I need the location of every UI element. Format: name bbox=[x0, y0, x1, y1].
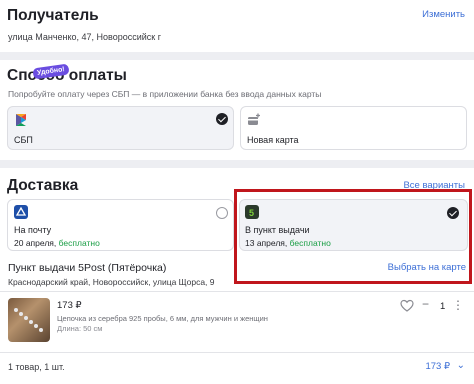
more-options-icon[interactable]: ⋮ bbox=[452, 298, 464, 312]
delivery-price: бесплатно bbox=[58, 238, 100, 248]
payment-hint: Попробуйте оплату через СБП — в приложен… bbox=[8, 89, 322, 99]
quantity-value: 1 bbox=[440, 301, 446, 312]
product-name[interactable]: Цепочка из серебра 925 пробы, 6 мм, для … bbox=[57, 314, 268, 323]
sbp-icon bbox=[14, 113, 28, 127]
favorite-heart-icon[interactable] bbox=[400, 299, 414, 313]
order-total[interactable]: 173 ₽ bbox=[425, 361, 450, 372]
delivery-option-label: На почту bbox=[14, 225, 52, 235]
product-image[interactable] bbox=[8, 298, 50, 342]
selected-check-icon bbox=[216, 113, 228, 125]
chevron-down-icon[interactable]: ⌄ bbox=[457, 360, 465, 371]
recipient-title: Получатель bbox=[7, 7, 99, 24]
pickup-point-name: Пункт выдачи 5Post (Пятёрочка) bbox=[8, 262, 167, 274]
product-length: Длина: 50 см bbox=[57, 324, 103, 333]
pickup-highlight-frame bbox=[234, 189, 472, 284]
russian-post-icon bbox=[14, 205, 28, 219]
recipient-address: улица Манченко, 47, Новороссийск г bbox=[8, 32, 162, 42]
payment-option-new-card[interactable]: Новая карта bbox=[240, 106, 467, 150]
pickup-point-address: Краснодарский край, Новороссийск, улица … bbox=[8, 277, 215, 287]
change-recipient-link[interactable]: Изменить bbox=[422, 9, 465, 20]
delivery-option-eta: 20 апреля, бесплатно bbox=[14, 238, 100, 248]
payment-section: Способ оплаты Попробуйте оплату через СБ… bbox=[0, 60, 474, 160]
delivery-title: Доставка bbox=[7, 177, 79, 194]
divider bbox=[0, 352, 474, 353]
payment-option-label: СБП bbox=[14, 135, 33, 145]
order-count: 1 товар, 1 шт. bbox=[8, 362, 65, 372]
new-card-icon bbox=[247, 113, 261, 127]
payment-option-label: Новая карта bbox=[247, 135, 299, 145]
recipient-section: Получатель Изменить улица Манченко, 47, … bbox=[0, 0, 474, 52]
payment-option-sbp[interactable]: СБП bbox=[7, 106, 234, 150]
delivery-radio[interactable] bbox=[216, 207, 228, 219]
quantity-decrease-button[interactable]: − bbox=[422, 297, 429, 311]
delivery-date: 20 апреля bbox=[14, 238, 54, 248]
divider bbox=[0, 291, 474, 292]
product-price: 173 ₽ bbox=[57, 300, 82, 311]
delivery-option-post[interactable]: На почту 20 апреля, бесплатно bbox=[7, 199, 234, 251]
